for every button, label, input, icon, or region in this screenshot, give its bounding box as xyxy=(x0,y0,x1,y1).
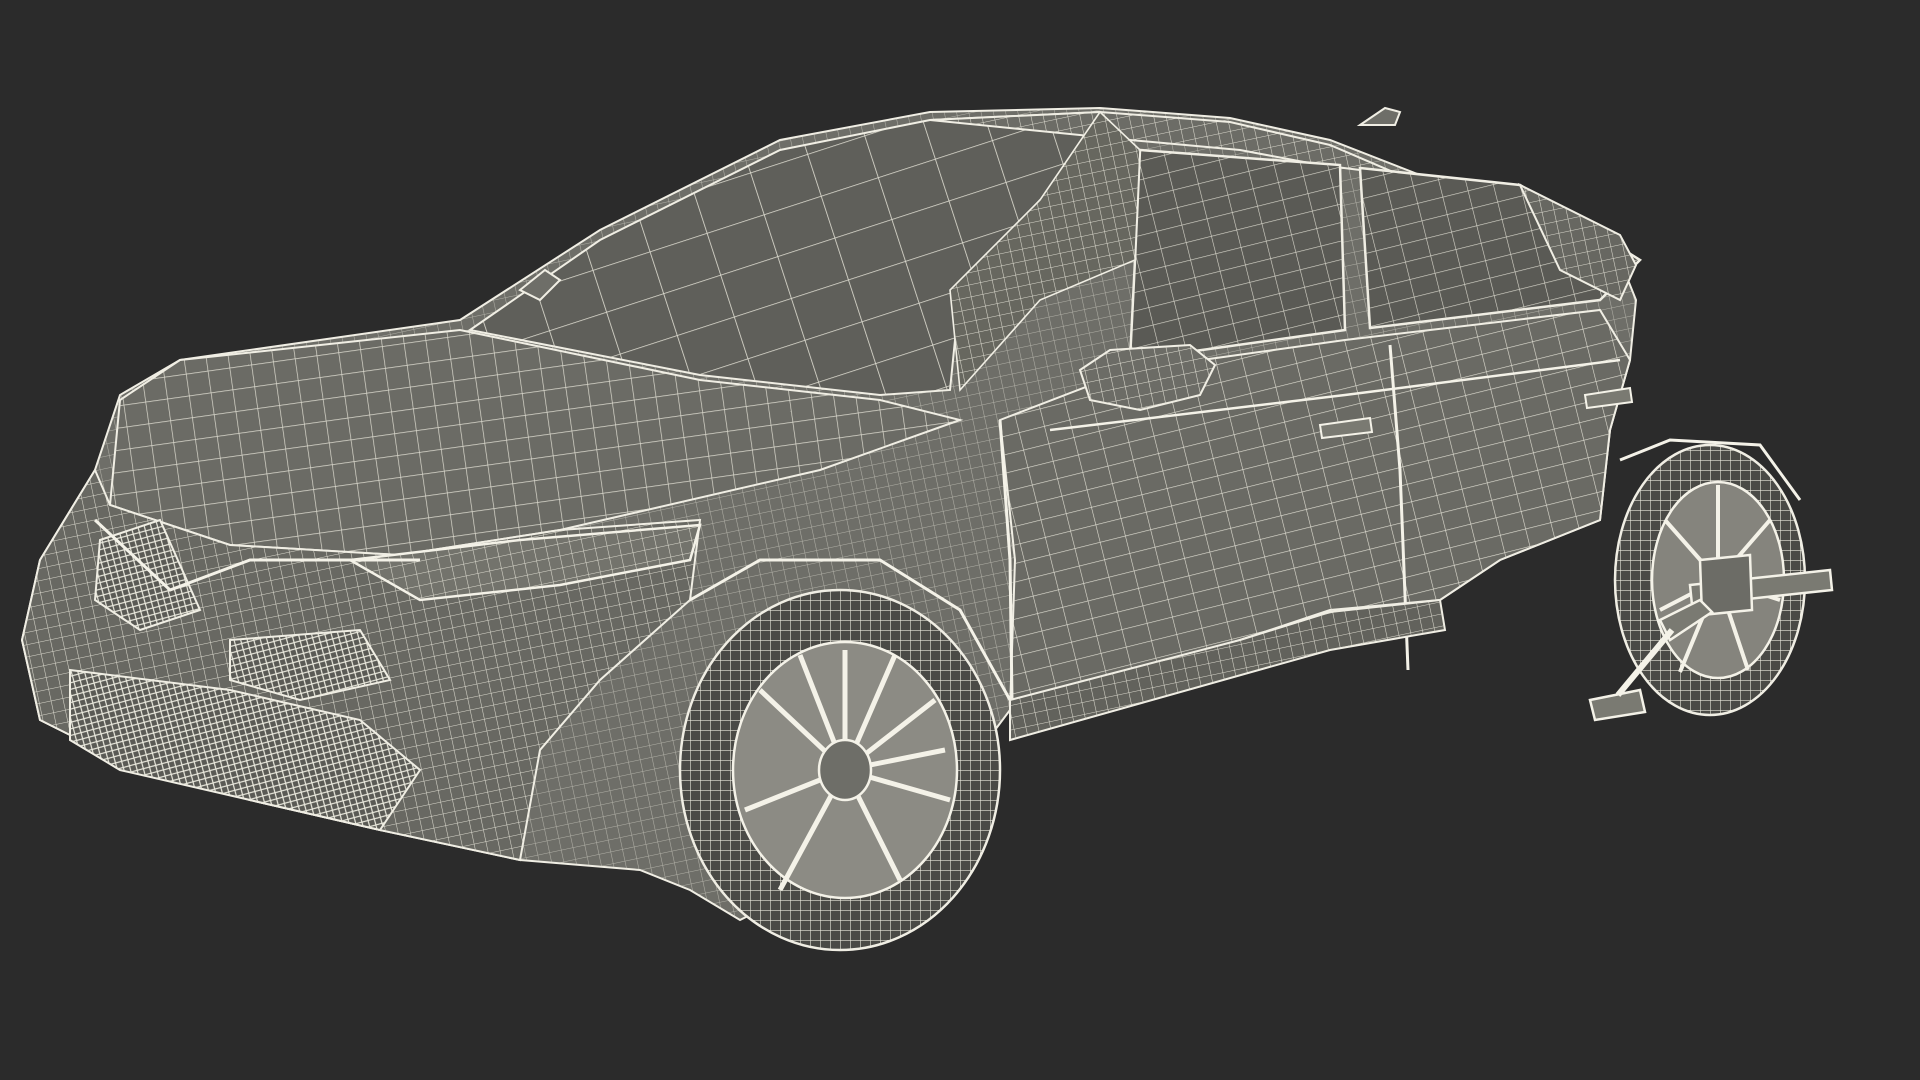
rear-wheel xyxy=(1588,443,1834,722)
wheel-clamp-plate xyxy=(1698,553,1754,617)
render-viewport xyxy=(0,0,1920,1080)
roof-antenna xyxy=(1356,106,1402,126)
front-hub xyxy=(817,738,873,802)
front-wheel xyxy=(678,588,1002,952)
car-wireframe-scene xyxy=(20,106,1834,952)
